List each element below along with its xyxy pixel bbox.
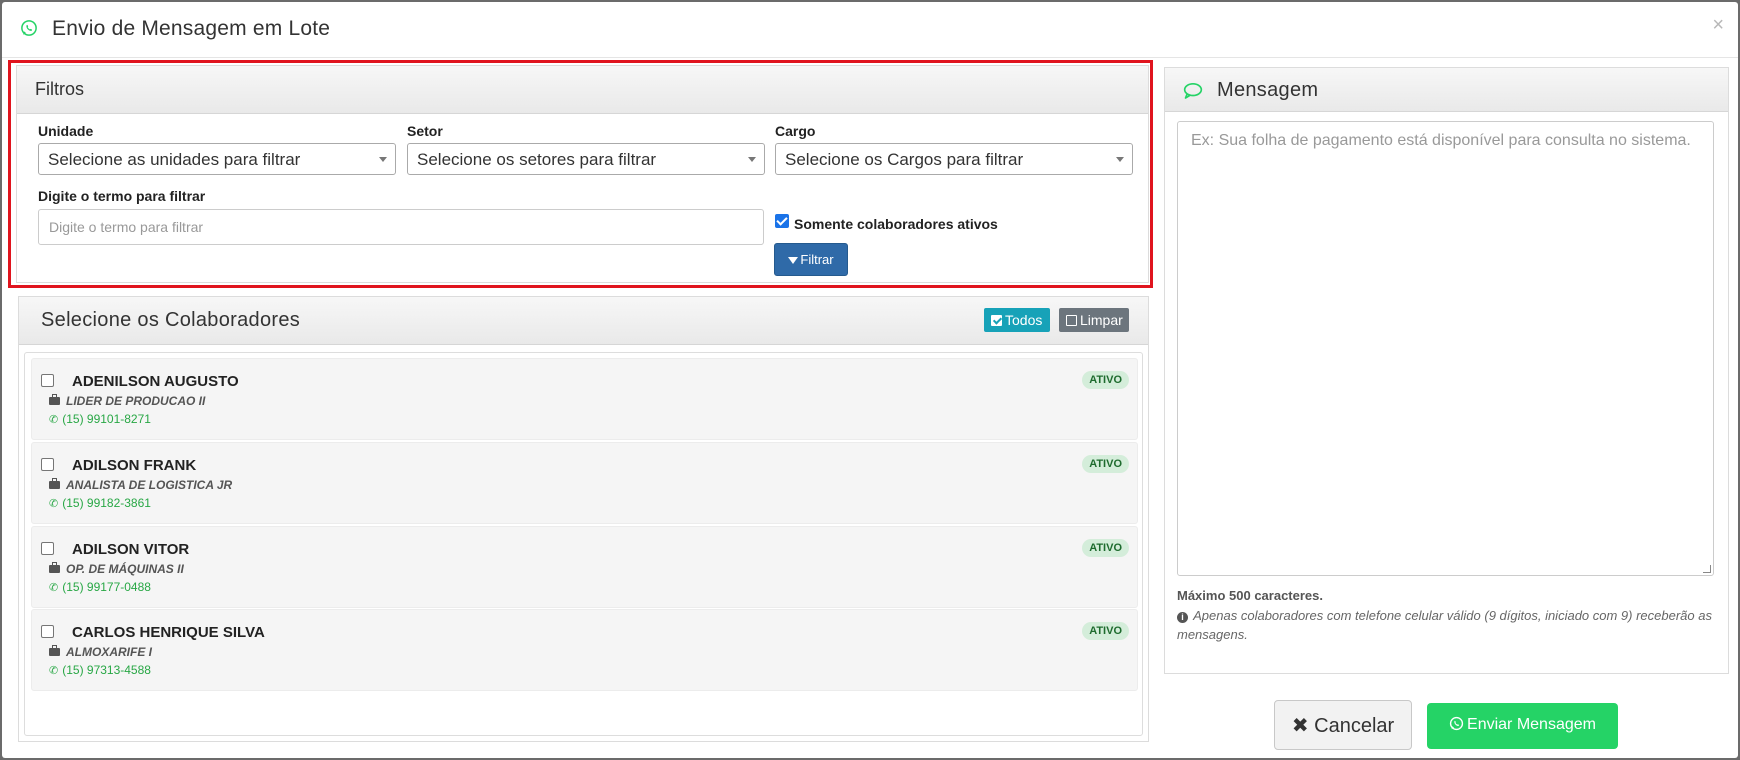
collaborator-role: LIDER DE PRODUCAO II [49, 394, 205, 408]
setor-select-placeholder: Selecione os setores para filtrar [417, 150, 657, 169]
chevron-down-icon [748, 157, 756, 162]
unidade-label: Unidade [38, 123, 94, 139]
message-textarea[interactable]: Ex: Sua folha de pagamento está disponív… [1177, 121, 1714, 576]
filter-icon [788, 257, 799, 264]
cancel-button-label: Cancelar [1314, 715, 1395, 737]
collaborators-list: ADENILSON AUGUSTO LIDER DE PRODUCAO II ✆… [24, 352, 1143, 736]
setor-select[interactable]: Selecione os setores para filtrar [407, 143, 765, 175]
cargo-label: Cargo [775, 123, 816, 139]
close-icon[interactable]: × [1712, 14, 1724, 37]
collaborator-name: ADENILSON AUGUSTO [72, 373, 239, 390]
chat-bubble-icon [1183, 83, 1203, 99]
clear-selection-label: Limpar [1080, 312, 1123, 328]
collaborator-role: ALMOXARIFE I [49, 645, 152, 659]
collaborator-role: OP. DE MÁQUINAS II [49, 562, 184, 576]
filter-button-label: Filtrar [800, 252, 834, 267]
info-note: i Apenas colaboradores com telefone celu… [1177, 606, 1717, 644]
collaborator-checkbox[interactable] [41, 625, 54, 638]
collaborator-role-text: ANALISTA DE LOGISTICA JR [66, 478, 233, 492]
phone-icon: ✆ [49, 665, 59, 677]
collaborator-phone: ✆ (15) 99182-3861 [49, 496, 151, 510]
cargo-select-placeholder: Selecione os Cargos para filtrar [785, 150, 1024, 169]
resize-handle[interactable] [1703, 565, 1711, 573]
whatsapp-icon [1449, 716, 1464, 731]
collaborator-phone-text: (15) 97313-4588 [62, 663, 151, 677]
collaborator-name: CARLOS HENRIQUE SILVA [72, 624, 265, 641]
list-item[interactable]: CARLOS HENRIQUE SILVA ALMOXARIFE I ✆ (15)… [31, 609, 1138, 691]
status-badge: ATIVO [1082, 371, 1129, 389]
collaborator-role-text: OP. DE MÁQUINAS II [66, 562, 184, 576]
filters-heading: Filtros [17, 66, 1148, 114]
chevron-down-icon [1116, 157, 1124, 162]
collaborator-checkbox[interactable] [41, 374, 54, 387]
collaborator-phone: ✆ (15) 97313-4588 [49, 663, 151, 677]
info-icon: i [1177, 612, 1188, 623]
collaborators-heading: Selecione os Colaboradores [19, 297, 1148, 345]
collaborator-phone-text: (15) 99101-8271 [62, 412, 151, 426]
cargo-select[interactable]: Selecione os Cargos para filtrar [775, 143, 1133, 175]
collaborator-phone: ✆ (15) 99177-0488 [49, 580, 151, 594]
phone-icon: ✆ [49, 498, 59, 510]
setor-label: Setor [407, 123, 443, 139]
send-message-button[interactable]: Enviar Mensagem [1427, 703, 1618, 749]
select-all-label: Todos [1005, 312, 1043, 328]
list-item[interactable]: ADILSON VITOR OP. DE MÁQUINAS II ✆ (15) 9… [31, 526, 1138, 608]
check-square-icon [991, 315, 1002, 326]
batch-message-modal: Envio de Mensagem em Lote × Filtros Unid… [2, 2, 1738, 758]
unidade-select[interactable]: Selecione as unidades para filtrar [38, 143, 396, 175]
only-active-label: Somente colaboradores ativos [794, 216, 998, 232]
select-all-button[interactable]: Todos [984, 308, 1050, 332]
briefcase-icon [49, 645, 60, 656]
collaborator-phone-text: (15) 99182-3861 [62, 496, 151, 510]
collaborator-role-text: ALMOXARIFE I [66, 645, 152, 659]
collaborator-phone: ✆ (15) 99101-8271 [49, 412, 151, 426]
list-item[interactable]: ADENILSON AUGUSTO LIDER DE PRODUCAO II ✆… [31, 358, 1138, 440]
status-badge: ATIVO [1082, 455, 1129, 473]
collaborator-role: ANALISTA DE LOGISTICA JR [49, 478, 232, 492]
info-note-text: Apenas colaboradores com telefone celula… [1177, 608, 1712, 642]
max-chars-note: Máximo 500 caracteres. [1177, 588, 1323, 603]
collaborators-title: Selecione os Colaboradores [41, 309, 301, 331]
times-icon: ✖ [1291, 715, 1309, 737]
phone-icon: ✆ [49, 414, 59, 426]
filter-button[interactable]: Filtrar [774, 243, 848, 276]
message-placeholder: Ex: Sua folha de pagamento está disponív… [1191, 132, 1691, 149]
term-label: Digite o termo para filtrar [38, 188, 206, 204]
unidade-select-placeholder: Selecione as unidades para filtrar [48, 150, 301, 169]
send-message-label: Enviar Mensagem [1467, 716, 1596, 733]
briefcase-icon [49, 562, 60, 573]
list-item[interactable]: ADILSON FRANK ANALISTA DE LOGISTICA JR ✆… [31, 442, 1138, 524]
term-input[interactable]: Digite o termo para filtrar [38, 209, 764, 245]
phone-icon: ✆ [49, 582, 59, 594]
clear-selection-button[interactable]: Limpar [1059, 308, 1129, 332]
message-title: Mensagem [1217, 79, 1319, 101]
cancel-button[interactable]: ✖ Cancelar [1274, 700, 1412, 750]
briefcase-icon [49, 394, 60, 405]
modal-header: Envio de Mensagem em Lote × [2, 2, 1738, 58]
square-icon [1066, 315, 1077, 326]
message-heading: Mensagem [1165, 68, 1728, 112]
status-badge: ATIVO [1082, 539, 1129, 557]
filters-title: Filtros [35, 79, 84, 99]
chevron-down-icon [379, 157, 387, 162]
status-badge: ATIVO [1082, 622, 1129, 640]
collaborator-name: ADILSON FRANK [72, 457, 197, 474]
briefcase-icon [49, 478, 60, 489]
only-active-checkbox[interactable] [775, 214, 789, 228]
modal-title: Envio de Mensagem em Lote [52, 17, 331, 40]
collaborator-phone-text: (15) 99177-0488 [62, 580, 151, 594]
collaborator-role-text: LIDER DE PRODUCAO II [66, 394, 206, 408]
term-input-placeholder: Digite o termo para filtrar [49, 219, 204, 235]
whatsapp-icon [21, 20, 37, 36]
collaborator-checkbox[interactable] [41, 542, 54, 555]
collaborator-checkbox[interactable] [41, 458, 54, 471]
collaborator-name: ADILSON VITOR [72, 541, 190, 558]
